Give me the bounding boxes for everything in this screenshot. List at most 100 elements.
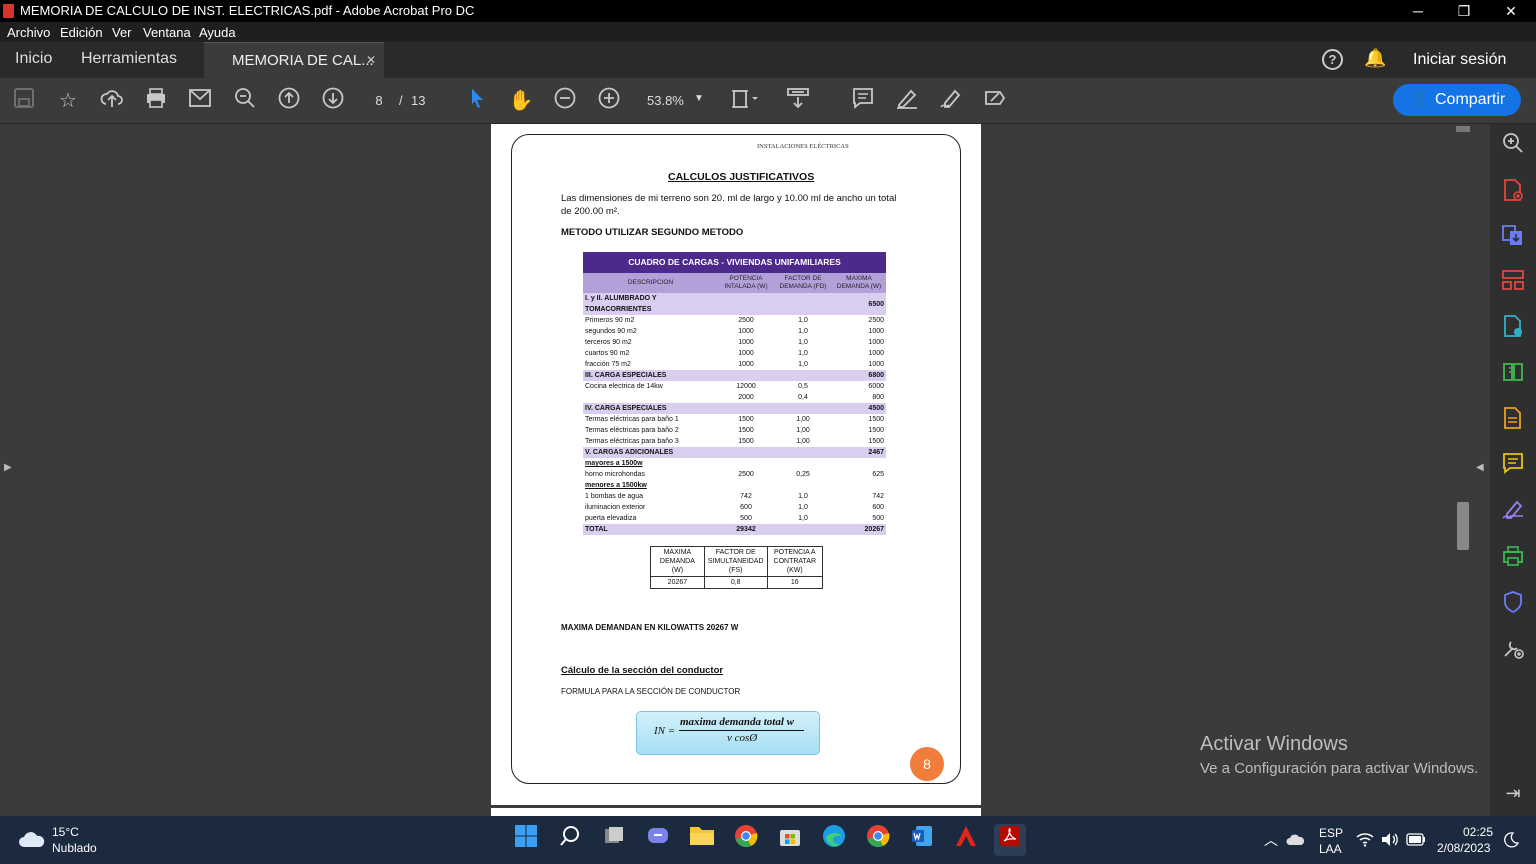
- restore-button[interactable]: ❐: [1441, 0, 1487, 22]
- edge-icon[interactable]: [818, 824, 850, 856]
- organize-pages-icon[interactable]: [1498, 268, 1528, 298]
- scroll-up-handle[interactable]: [1456, 126, 1470, 132]
- signature-tool-icon[interactable]: [1498, 498, 1528, 528]
- table-cell: [718, 370, 774, 381]
- language-code[interactable]: ESP: [1319, 826, 1343, 840]
- menu-ver[interactable]: Ver: [112, 25, 132, 40]
- weather-temp[interactable]: 15°C: [52, 825, 79, 839]
- comment-icon[interactable]: [849, 87, 877, 115]
- zoom-dropdown-icon[interactable]: ▼: [694, 93, 704, 104]
- section-heading: Cálculo de la sección del conductor: [561, 665, 724, 676]
- zoom-in-icon[interactable]: [595, 87, 623, 115]
- prev-page-icon[interactable]: [275, 87, 303, 115]
- wifi-icon[interactable]: [1356, 832, 1374, 852]
- compare-icon[interactable]: [1498, 360, 1528, 390]
- table-cell: 1000: [738, 361, 754, 368]
- next-page-icon[interactable]: [319, 87, 347, 115]
- page-number-input[interactable]: 8: [368, 93, 390, 108]
- clock-time[interactable]: 02:25: [1463, 825, 1493, 839]
- tab-document[interactable]: MEMORIA DE CAL... ✕: [204, 42, 384, 78]
- acrobat-reader-icon[interactable]: [950, 824, 982, 856]
- upload-cloud-icon[interactable]: [98, 87, 126, 115]
- star-icon[interactable]: ☆: [54, 87, 82, 115]
- zoom-level[interactable]: 53.8%: [647, 93, 684, 108]
- email-icon[interactable]: [186, 87, 214, 115]
- page-fit-icon[interactable]: [731, 87, 759, 115]
- word-icon[interactable]: [906, 824, 938, 856]
- minimize-button[interactable]: ─: [1395, 0, 1441, 22]
- cloud-weather-icon[interactable]: [18, 830, 46, 848]
- search-icon[interactable]: [554, 824, 586, 856]
- zoom-out-icon[interactable]: [551, 87, 579, 115]
- left-panel-toggle-icon[interactable]: ▶: [4, 462, 12, 473]
- print-production-icon[interactable]: [1498, 544, 1528, 574]
- bell-icon[interactable]: 🔔: [1364, 48, 1386, 69]
- table-section-row: IV. CARGA ESPECIALES 4500: [583, 403, 886, 414]
- table-cell: 800: [872, 394, 884, 401]
- scroll-mode-icon[interactable]: [784, 87, 812, 115]
- weather-condition[interactable]: Nublado: [52, 841, 97, 855]
- teams-chat-icon[interactable]: [642, 824, 674, 856]
- comment-tool-icon[interactable]: [1498, 452, 1528, 482]
- collapse-panel-icon[interactable]: ⇥: [1498, 778, 1528, 808]
- share-label: Compartir: [1435, 91, 1506, 108]
- summary-value-max-demand: 20267: [650, 576, 705, 589]
- search-zoom-icon[interactable]: [1498, 132, 1528, 162]
- more-tools-icon[interactable]: [1498, 636, 1528, 666]
- load-table-title: CUADRO DE CARGAS - VIVIENDAS UNIFAMILIAR…: [583, 252, 886, 273]
- share-button[interactable]: 👤 Compartir: [1393, 84, 1521, 116]
- table-cell: 742: [740, 493, 752, 500]
- table-cell: 2500: [738, 471, 754, 478]
- close-tab-icon[interactable]: ✕: [366, 53, 376, 67]
- hand-tool-icon[interactable]: ✋: [507, 87, 535, 115]
- store-icon[interactable]: [774, 824, 806, 856]
- highlight-pen-icon[interactable]: [893, 87, 921, 115]
- tray-overflow-icon[interactable]: ︿: [1264, 830, 1278, 850]
- export-pdf-icon[interactable]: [1498, 223, 1528, 253]
- start-windows-icon[interactable]: [510, 824, 542, 856]
- table-cell: TOTAL: [585, 526, 608, 533]
- title-bar: MEMORIA DE CALCULO DE INST. ELECTRICAS.p…: [0, 0, 1536, 22]
- sign-pen-icon[interactable]: [937, 87, 965, 115]
- vertical-scrollbar[interactable]: [1452, 124, 1472, 816]
- file-explorer-icon[interactable]: [686, 824, 718, 856]
- chrome-profile-icon[interactable]: [862, 824, 894, 856]
- close-window-button[interactable]: ✕: [1488, 0, 1534, 22]
- create-pdf-icon[interactable]: [1498, 178, 1528, 208]
- fill-sign-icon[interactable]: [1498, 406, 1528, 436]
- print-icon[interactable]: [142, 87, 170, 115]
- protect-shield-icon[interactable]: [1498, 590, 1528, 620]
- scroll-thumb[interactable]: [1457, 502, 1469, 550]
- menu-archivo[interactable]: Archivo: [7, 25, 50, 40]
- summary-header-simultaneity: FACTOR DE SIMULTANEIDAD (FS): [703, 546, 768, 577]
- right-panel-toggle-icon[interactable]: ◀: [1476, 462, 1484, 473]
- volume-icon[interactable]: [1381, 832, 1399, 852]
- notifications-moon-icon[interactable]: [1503, 832, 1520, 853]
- select-cursor-icon[interactable]: [463, 87, 491, 115]
- table-cell: 1 bombas de agua: [585, 493, 643, 500]
- edit-tools-icon[interactable]: [981, 87, 1009, 115]
- taskbar: 15°C Nublado ︿ ESP LAA 02:25 2/08/2023: [0, 816, 1536, 864]
- table-cell: 20267: [864, 526, 884, 533]
- tab-tools[interactable]: Herramientas: [81, 50, 177, 68]
- clock-date[interactable]: 2/08/2023: [1437, 841, 1490, 855]
- table-cell: 625: [872, 471, 884, 478]
- onedrive-icon[interactable]: [1286, 833, 1305, 852]
- menu-ventana[interactable]: Ventana: [143, 25, 191, 40]
- menu-edicion[interactable]: Edición: [60, 25, 103, 40]
- tab-home[interactable]: Inicio: [15, 50, 52, 68]
- sign-in-link[interactable]: Iniciar sesión: [1413, 51, 1506, 69]
- table-cell: 4500: [868, 405, 884, 412]
- save-icon[interactable]: [10, 87, 38, 115]
- help-icon[interactable]: ?: [1322, 49, 1343, 70]
- task-view-icon[interactable]: [598, 824, 630, 856]
- battery-icon[interactable]: [1406, 833, 1426, 851]
- edit-pdf-icon[interactable]: [1498, 314, 1528, 344]
- table-cell: terceros 90 m2: [585, 339, 632, 346]
- keyboard-layout[interactable]: LAA: [1319, 842, 1342, 856]
- acrobat-pro-icon[interactable]: [994, 824, 1026, 856]
- zoom-search-icon[interactable]: [231, 87, 259, 115]
- table-row: 2000 0,4 800: [583, 392, 886, 403]
- chrome-icon[interactable]: [730, 824, 762, 856]
- menu-ayuda[interactable]: Ayuda: [199, 25, 236, 40]
